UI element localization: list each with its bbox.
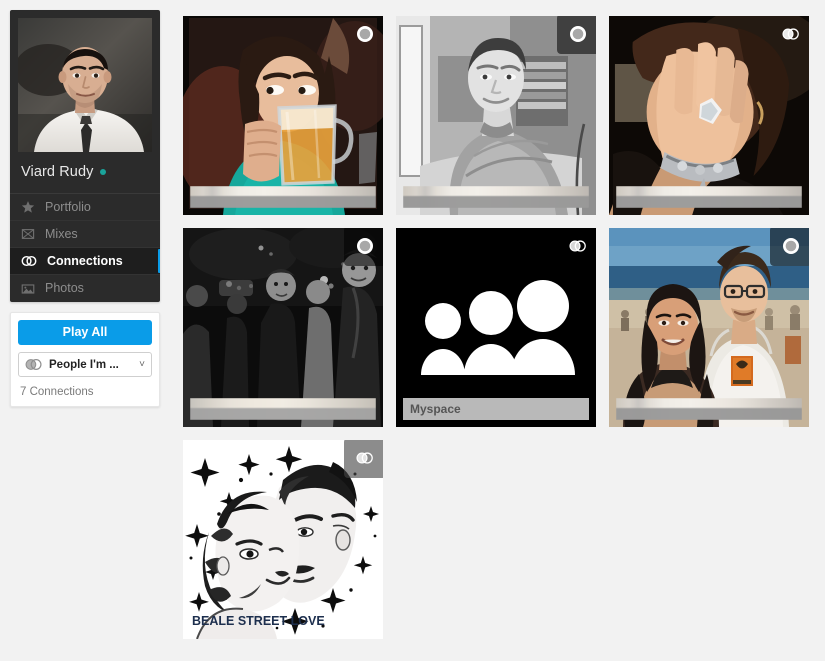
grid-tile[interactable] <box>609 16 809 215</box>
grid-tile[interactable] <box>183 228 383 427</box>
filter-label: People I'm ... <box>49 358 119 371</box>
sidebar-item-portfolio[interactable]: Portfolio <box>10 194 160 221</box>
tile-caption <box>190 398 376 420</box>
redacted-caption-bar <box>616 398 802 420</box>
sidebar-item-connections[interactable]: Connections <box>10 248 160 275</box>
sidebar-item-label: Photos <box>45 281 84 296</box>
online-status-dot <box>100 169 107 175</box>
grid-tile[interactable]: BEALE STREET LOVE <box>183 440 383 639</box>
playback-controls-card: Play All People I'm ... ˅ 7 Connections <box>10 312 160 407</box>
sidebar-item-label: Connections <box>47 253 123 268</box>
connections-badge-icon <box>356 452 373 464</box>
connections-filter-select[interactable]: People I'm ... ˅ <box>18 352 152 377</box>
sidebar-item-label: Portfolio <box>45 199 91 214</box>
tile-caption <box>403 186 589 208</box>
grid-tile[interactable] <box>396 16 596 215</box>
connections-icon <box>25 359 42 370</box>
play-all-button[interactable]: Play All <box>18 320 152 345</box>
active-indicator <box>158 249 160 273</box>
media-type-badge[interactable] <box>344 228 383 266</box>
avatar-image <box>18 18 152 152</box>
grid-tile[interactable]: Myspace <box>396 228 596 427</box>
media-type-badge[interactable] <box>782 25 800 43</box>
redacted-caption-bar <box>403 186 589 208</box>
star-icon <box>21 201 35 213</box>
circle-badge-icon <box>357 26 373 42</box>
tile-caption <box>190 186 376 208</box>
connections-badge-icon <box>569 240 586 252</box>
tile-caption: Myspace <box>403 398 589 420</box>
profile-name-row: Viard Rudy <box>10 152 160 194</box>
circle-badge-icon <box>783 238 799 254</box>
profile-card: Viard Rudy Portfolio Mixes Connections P… <box>10 10 160 302</box>
circle-badge-icon <box>357 238 373 254</box>
sidebar-item-mixes[interactable]: Mixes <box>10 221 160 248</box>
media-type-badge[interactable] <box>569 237 587 255</box>
left-sidebar: Viard Rudy Portfolio Mixes Connections P… <box>10 10 160 407</box>
sidebar-item-label: Mixes <box>45 226 78 241</box>
media-type-badge[interactable] <box>557 16 596 54</box>
tile-caption: BEALE STREET LOVE <box>192 614 325 628</box>
avatar[interactable] <box>18 18 152 152</box>
sidebar-nav: Portfolio Mixes Connections Photos <box>10 194 160 302</box>
redacted-caption-bar <box>190 186 376 208</box>
redacted-caption-bar <box>190 398 376 420</box>
connections-count: 7 Connections <box>20 386 94 398</box>
connections-grid: Myspace BEALE STREET LOVE <box>183 16 819 639</box>
circle-badge-icon <box>570 26 586 42</box>
media-type-badge[interactable] <box>770 228 809 266</box>
photo-icon <box>21 283 35 294</box>
grid-tile[interactable] <box>609 228 809 427</box>
media-type-badge[interactable] <box>356 25 374 43</box>
tile-caption <box>616 186 802 208</box>
grid-tile[interactable] <box>183 16 383 215</box>
sidebar-item-photos[interactable]: Photos <box>10 275 160 302</box>
chevron-down-icon: ˅ <box>139 358 145 370</box>
tile-caption <box>616 398 802 420</box>
connections-badge-icon <box>782 28 799 40</box>
mixes-icon <box>21 229 35 239</box>
media-type-badge[interactable] <box>344 440 383 478</box>
profile-name: Viard Rudy <box>21 164 94 180</box>
connections-icon <box>21 255 37 267</box>
redacted-caption-bar <box>616 186 802 208</box>
